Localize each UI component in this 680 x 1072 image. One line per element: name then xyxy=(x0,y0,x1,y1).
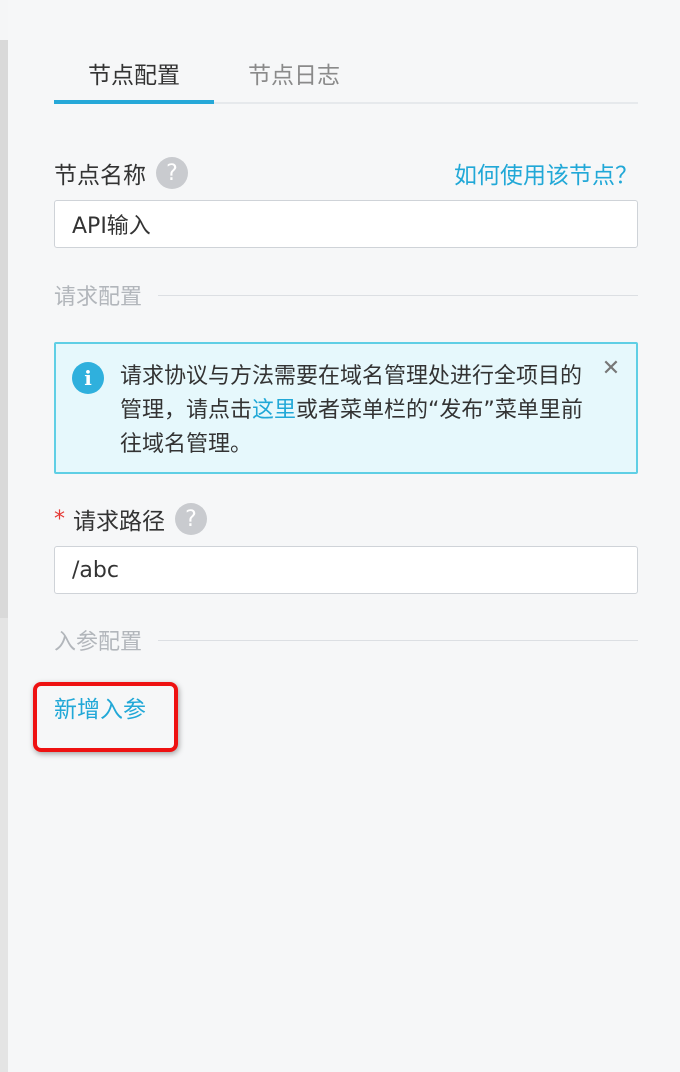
request-config-section: 请求配置 xyxy=(54,279,638,311)
node-name-label: 节点名称 xyxy=(54,163,146,189)
highlight-annotation xyxy=(33,682,178,752)
how-to-use-link[interactable]: 如何使用该节点？ xyxy=(454,156,638,190)
section-divider xyxy=(158,294,638,296)
left-panel-edge-lower xyxy=(0,618,8,1072)
request-path-input[interactable] xyxy=(54,546,638,594)
active-tab-indicator xyxy=(54,100,214,104)
request-path-label: 请求路径 xyxy=(73,509,165,535)
question-icon[interactable]: ? xyxy=(156,157,188,189)
section-divider xyxy=(158,639,638,641)
close-icon[interactable]: ✕ xyxy=(600,358,622,380)
notice-text: 请求协议与方法需要在域名管理处进行全项目的管理，请点击这里或者菜单栏的“发布”菜… xyxy=(120,360,590,462)
info-icon: i xyxy=(72,362,104,394)
node-name-input[interactable] xyxy=(54,200,638,248)
notice-alert: i 请求协议与方法需要在域名管理处进行全项目的管理，请点击这里或者菜单栏的“发布… xyxy=(54,342,638,474)
params-config-section: 入参配置 xyxy=(54,624,638,656)
request-path-label-row: * 请求路径 ? xyxy=(54,502,207,536)
question-icon[interactable]: ? xyxy=(175,503,207,535)
notice-here-link[interactable]: 这里 xyxy=(252,398,296,423)
section-title: 入参配置 xyxy=(54,630,143,655)
tab-bar: 节点配置 节点日志 xyxy=(54,42,638,104)
left-panel-edge xyxy=(0,40,8,618)
section-title: 请求配置 xyxy=(54,285,143,310)
tab-node-config[interactable]: 节点配置 xyxy=(54,56,214,102)
node-name-label-row: 节点名称 ? xyxy=(54,156,188,190)
required-mark: * xyxy=(54,506,65,532)
tab-node-log[interactable]: 节点日志 xyxy=(214,56,374,102)
